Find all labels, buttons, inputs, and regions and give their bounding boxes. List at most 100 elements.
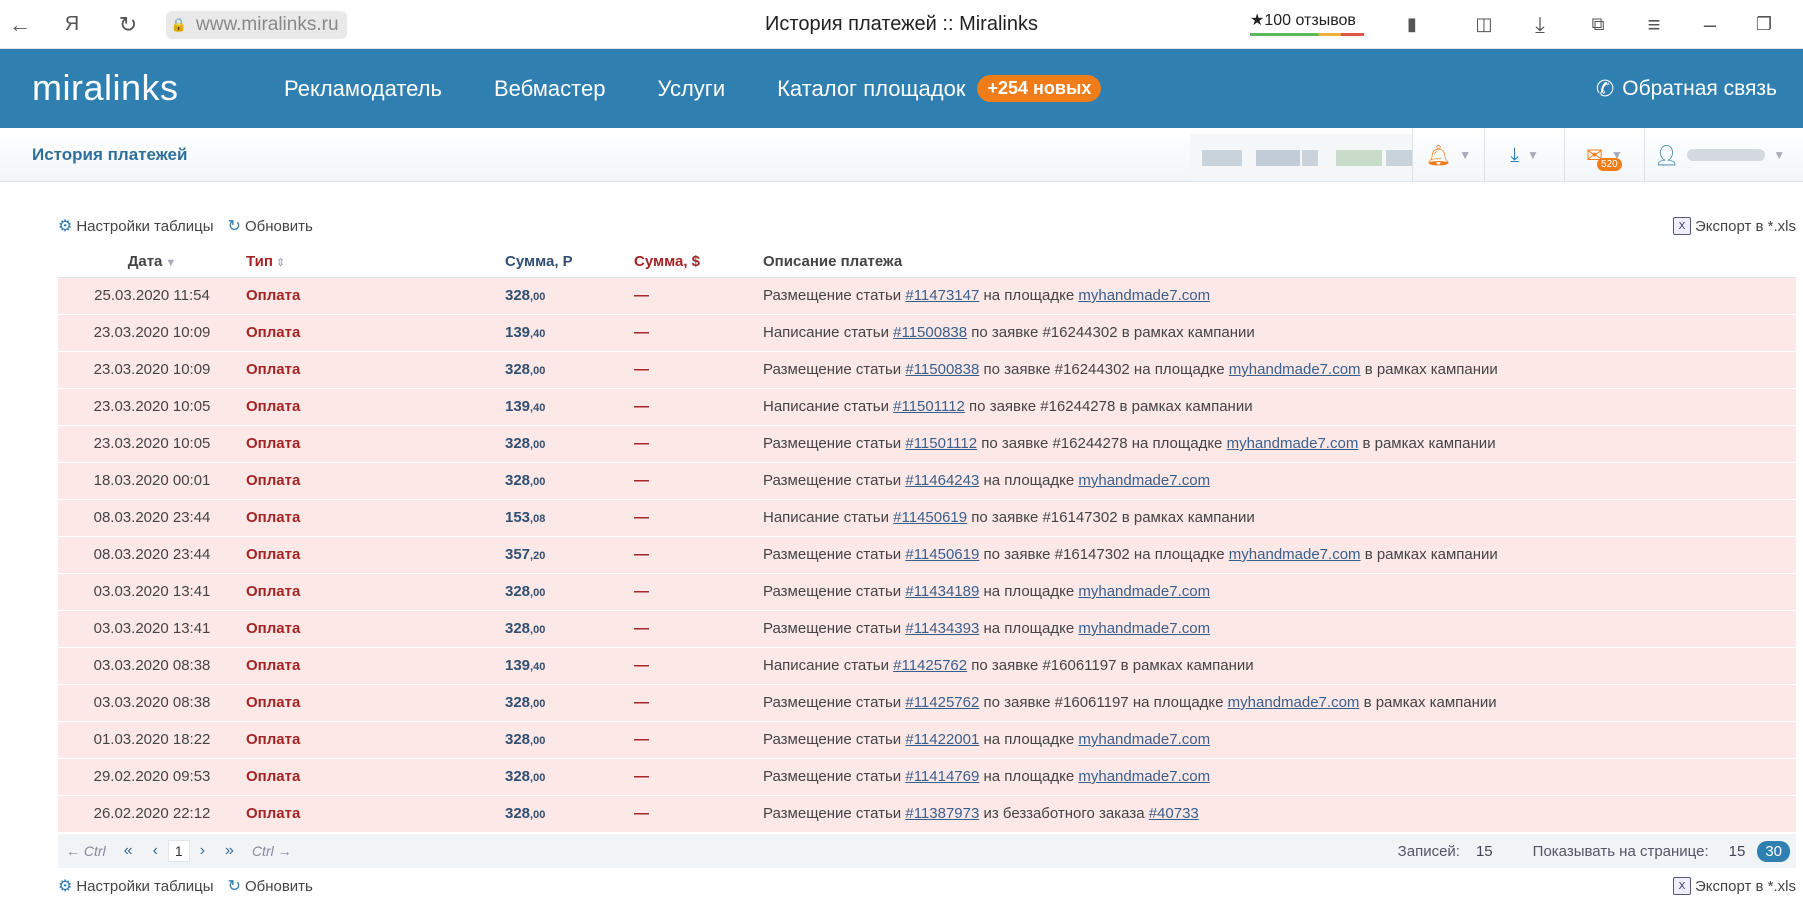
messages-button[interactable]: ✉ 520 ▼ [1564,128,1644,182]
article-link[interactable]: #11450619 [893,509,967,526]
per-page-15[interactable]: 15 [1729,843,1746,860]
user-menu[interactable]: 👤︎ ▼ [1644,128,1794,182]
site-link[interactable]: myhandmade7.com [1078,768,1210,785]
row-rub-frac: ,20 [530,550,546,562]
col-date[interactable]: Дата ▼ [58,247,246,278]
miralinks-logo[interactable]: miralinks [32,67,179,109]
row-date: 01.03.2020 18:22 [93,731,211,748]
export-xls-button-bottom[interactable]: X Экспорт в *.xls [1672,877,1796,895]
next-page-button[interactable]: › [200,842,205,860]
row-date: 03.03.2020 13:41 [93,583,211,600]
row-rub-int: 139 [505,324,531,341]
article-link[interactable]: #11434393 [905,620,979,637]
site-link[interactable]: myhandmade7.com [1078,583,1210,600]
nav-webmaster[interactable]: Вебмастер [494,76,605,102]
export-xls-button[interactable]: X Экспорт в *.xls [1672,217,1796,235]
site-link[interactable]: myhandmade7.com [1228,694,1360,711]
table-settings-button-bottom[interactable]: ⚙ Настройки таблицы [58,876,214,896]
bookmark-icon[interactable]: ▮ [1392,0,1432,49]
page-number-input[interactable]: 1 [167,840,190,862]
per-page-30[interactable]: 30 [1757,840,1790,862]
site-link[interactable]: myhandmade7.com [1078,731,1210,748]
user-icon: 👤︎ [1653,144,1680,167]
row-description: Размещение статьи #11464243 на площадке … [763,462,1796,499]
row-sum-usd: — [634,768,649,785]
col-type[interactable]: Тип ⇕ [246,247,505,278]
reload-icon[interactable]: ↻ [108,0,148,49]
desc-text: Написание статьи [763,657,894,674]
row-type: Оплата [246,620,301,637]
article-link[interactable]: #11387973 [905,805,979,822]
site-link[interactable]: #40733 [1149,805,1199,822]
site-link[interactable]: myhandmade7.com [1229,361,1361,378]
article-link[interactable]: #11425762 [893,657,967,674]
restore-window-icon[interactable]: ❐ [1744,0,1784,49]
table-settings-button[interactable]: ⚙ Настройки таблицы [58,216,214,236]
back-arrow-icon[interactable]: ← [0,0,40,49]
refresh-button-bottom[interactable]: ↻ Обновить [228,876,313,896]
prev-page-button[interactable]: ‹ [153,842,158,860]
nav-advertiser[interactable]: Рекламодатель [284,76,442,102]
table-row: 23.03.2020 10:05 Оплата 139,40— Написание с… [58,388,1796,425]
row-date: 08.03.2020 23:44 [93,546,211,563]
protect-icon[interactable]: ◫ [1464,0,1504,49]
first-page-button[interactable]: « [124,842,133,860]
nav-catalog[interactable]: Каталог площадок +254 новых [777,75,1102,102]
reviews-badge[interactable]: ★100 отзывов [1250,10,1364,36]
desc-text: Размещение статьи [763,287,906,304]
article-link[interactable]: #11500838 [905,361,979,378]
desc-text: Размещение статьи [763,620,906,637]
article-link[interactable]: #11500838 [893,324,967,341]
site-link[interactable]: myhandmade7.com [1229,546,1361,563]
desc-text: Размещение статьи [763,472,906,489]
article-link[interactable]: #11434189 [905,583,979,600]
row-sum-usd: — [634,287,649,304]
reviews-text: ★100 отзывов [1250,12,1356,29]
table-row: 26.02.2020 22:12 Оплата 328,00— Размещение … [58,795,1796,832]
desc-text: в рамках кампании [1359,694,1497,711]
new-sites-badge[interactable]: +254 новых [977,75,1102,102]
row-sum-usd: — [634,435,649,452]
balance-blurred [1190,134,1412,178]
row-rub-frac: ,00 [530,698,546,710]
article-link[interactable]: #11450619 [905,546,979,563]
col-type-label: Тип [246,253,273,271]
site-link[interactable]: myhandmade7.com [1078,620,1210,637]
download-icon[interactable]: ⤓ [1520,0,1560,49]
minimize-icon[interactable]: – [1690,0,1730,49]
article-link[interactable]: #11414769 [905,768,979,785]
row-type: Оплата [246,694,301,711]
row-rub-frac: ,00 [530,587,546,599]
table-row: 25.03.2020 11:54 Оплата 328,00— Размещение … [58,277,1796,314]
article-link[interactable]: #11501112 [905,435,977,452]
table-row: 23.03.2020 10:09 Оплата 328,00— Размещение … [58,351,1796,388]
address-bar[interactable]: 🔒 www.miralinks.ru [166,11,347,39]
desc-text: Размещение статьи [763,435,906,452]
table-row: 08.03.2020 23:44 Оплата 153,08— Написание с… [58,499,1796,536]
site-link[interactable]: myhandmade7.com [1078,472,1210,489]
records-label: Записей: [1397,842,1460,860]
menu-icon[interactable]: ≡ [1634,0,1674,49]
site-link[interactable]: myhandmade7.com [1078,287,1210,304]
site-link[interactable]: myhandmade7.com [1227,435,1359,452]
notifications-button[interactable]: 🔔︎ ▼ [1412,128,1484,182]
article-link[interactable]: #11425762 [905,694,979,711]
gear-icon: ⚙ [58,878,73,895]
row-sum-rub: 328,00 [505,277,634,314]
downloads-button[interactable]: ⤓ ▼ [1484,128,1564,182]
article-link[interactable]: #11422001 [905,731,979,748]
desc-text: по заявке #16244278 на площадке [977,435,1227,452]
yandex-logo-icon[interactable]: Я [52,0,92,49]
article-link[interactable]: #11473147 [905,287,979,304]
article-link[interactable]: #11464243 [905,472,979,489]
desc-text: Размещение статьи [763,805,906,822]
refresh-button[interactable]: ↻ Обновить [228,216,313,236]
row-description: Размещение статьи #11422001 на площадке … [763,721,1796,758]
row-sum-usd: — [634,472,649,489]
nav-services[interactable]: Услуги [657,76,725,102]
collections-icon[interactable]: ⧉ [1578,0,1618,49]
feedback-link[interactable]: ✆ Обратная связь [1596,49,1777,128]
last-page-button[interactable]: » [225,842,234,860]
row-sum-usd: — [634,509,649,526]
article-link[interactable]: #11501112 [893,398,965,415]
